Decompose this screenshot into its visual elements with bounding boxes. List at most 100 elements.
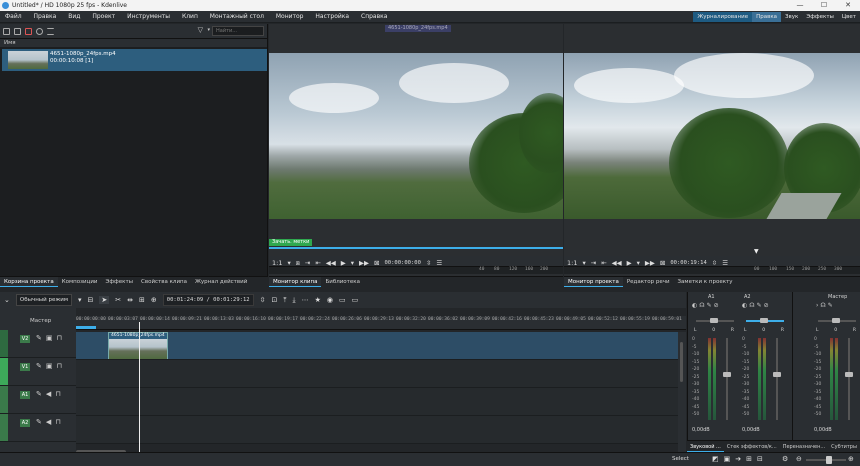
menu-timeline[interactable]: Монтажный стол — [205, 11, 269, 23]
balance-knob[interactable] — [832, 318, 840, 323]
volume-slider[interactable] — [726, 338, 728, 420]
track-lane-v1[interactable] — [76, 360, 678, 388]
multicam-tool-icon[interactable]: ⊕ — [151, 296, 157, 304]
menu-clip[interactable]: Клип — [177, 11, 203, 23]
minimize-button[interactable]: — — [788, 0, 812, 11]
volume-knob[interactable] — [845, 372, 853, 377]
track-icons[interactable]: ✎◀⊓ — [36, 418, 65, 426]
snap-icon[interactable]: ◉ — [327, 296, 333, 304]
menu-monitor[interactable]: Монитор — [271, 11, 309, 23]
mode-dropdown-icon[interactable]: ▾ — [78, 296, 82, 304]
tab-speech-editor[interactable]: Редактор речи — [623, 277, 674, 287]
track-lane-v2[interactable]: 4651-1080p_24fps.mp4 — [76, 332, 678, 360]
tab-effect-stack[interactable]: Стек эффектов/к... — [724, 441, 780, 452]
track-lane-a1[interactable] — [76, 388, 678, 416]
settings-icon[interactable]: ⚙ — [782, 455, 788, 463]
tab-project-notes[interactable]: Заметки к проекту — [674, 277, 737, 287]
timeline-ruler[interactable]: 00:00:00:00 00:00:03:07 00:00:00:14 00:0… — [76, 316, 686, 330]
favorite-icon[interactable]: ★ — [315, 296, 321, 304]
track-header-a1[interactable]: A1 ✎◀⊓ — [0, 386, 76, 414]
stepper-icon[interactable]: ⇳ — [260, 296, 266, 304]
razor-tool-icon[interactable]: ✂ — [115, 296, 121, 304]
track-lane-a2[interactable] — [76, 416, 678, 444]
channel-db[interactable]: 0,00dB — [814, 427, 832, 433]
extract-icon[interactable]: ⊡ — [271, 296, 277, 304]
channel-db[interactable]: 0,00dB — [742, 427, 760, 433]
balance-knob[interactable] — [760, 318, 768, 323]
tab-clip-monitor[interactable]: Монитор клипа — [269, 277, 322, 287]
volume-slider[interactable] — [848, 338, 850, 420]
timeline-vscrollbar[interactable] — [678, 332, 686, 452]
track-icons[interactable]: ✎▣⊓ — [36, 362, 66, 370]
channel-buttons[interactable]: ◐☊✎⊘ — [692, 302, 721, 309]
menu-icon[interactable] — [47, 27, 54, 35]
menu-file[interactable]: Файл — [0, 11, 27, 23]
tab-compositions[interactable]: Композиции — [58, 277, 102, 287]
track-icons[interactable]: ✎▣⊓ — [36, 334, 66, 342]
tab-project-bin[interactable]: Корзина проекта — [0, 277, 58, 287]
menu-view[interactable]: Вид — [63, 11, 85, 23]
project-monitor-ruler[interactable]: 00 100 150 200 250 300 — [564, 266, 860, 274]
menu-project[interactable]: Проект — [87, 11, 120, 23]
layout-audio[interactable]: Звук — [781, 12, 802, 22]
layout-editing[interactable]: Правка — [752, 12, 782, 22]
menu-settings[interactable]: Настройка — [310, 11, 354, 23]
tab-clip-properties[interactable]: Свойства клипа — [137, 277, 191, 287]
close-button[interactable]: ✕ — [836, 0, 860, 11]
slip-tool-icon[interactable]: ⊟ — [88, 296, 94, 304]
timeline-clip[interactable]: 4651-1080p_24fps.mp4 — [108, 332, 168, 359]
layout-logging[interactable]: Журналирование — [693, 12, 753, 22]
menu-help[interactable]: Справка — [356, 11, 392, 23]
zoom-fit-icon[interactable]: ▭ — [339, 296, 346, 304]
spacer-tool-icon[interactable]: ⇹ — [127, 296, 133, 304]
zoom-out-icon[interactable]: ⊖ — [796, 455, 802, 463]
zoom-in-icon[interactable]: ⊕ — [848, 455, 854, 463]
balance-knob[interactable] — [710, 318, 718, 323]
display-icon[interactable]: ▭ — [352, 296, 359, 304]
overwrite-icon[interactable]: ⤓ — [292, 296, 295, 305]
layout-effects[interactable]: Эффекты — [802, 12, 838, 22]
tab-project-monitor[interactable]: Монитор проекта — [564, 277, 623, 287]
insert-icon[interactable]: ⋯ — [302, 296, 309, 304]
maximize-button[interactable]: ☐ — [812, 0, 836, 11]
timeline-position[interactable]: 00:01:24:09 / 00:01:29:12 — [162, 294, 254, 306]
filter-dropdown-icon[interactable]: ▾ — [207, 27, 210, 33]
tab-remap[interactable]: Переназначен... — [780, 441, 828, 452]
zone-bar[interactable] — [76, 326, 96, 329]
playhead-marker-icon[interactable]: ▼ — [754, 248, 759, 255]
tag-icon[interactable] — [36, 27, 43, 35]
clip-monitor-ruler[interactable]: 40 80 120 160 200 — [269, 266, 563, 274]
status-icons[interactable]: ◩▣➔⊞⊟ — [712, 455, 768, 463]
timeline-playhead[interactable] — [139, 322, 140, 458]
channel-buttons[interactable]: ›☊✎ — [816, 302, 835, 309]
volume-knob[interactable] — [723, 372, 731, 377]
volume-knob[interactable] — [773, 372, 781, 377]
tab-library[interactable]: Библиотека — [321, 277, 363, 287]
bin-clip-item[interactable]: 4651-1080p_24fps.mp4 00:00:10:08 [1] — [2, 49, 267, 71]
ripple-tool-icon[interactable]: ⊞ — [139, 296, 145, 304]
tab-undo-history[interactable]: Журнал действий — [191, 277, 251, 287]
select-tool-icon[interactable]: ➤ — [99, 296, 110, 304]
track-header-v1[interactable]: V1 ✎▣⊓ — [0, 358, 76, 386]
channel-buttons[interactable]: ◐☊✎⊘ — [742, 302, 771, 309]
track-header-a2[interactable]: A2 ✎◀⊓ — [0, 414, 76, 442]
tab-subtitles[interactable]: Субтитры — [828, 441, 860, 452]
lift-icon[interactable]: ⤒ — [283, 296, 286, 305]
bin-search-input[interactable]: Найти... — [212, 26, 264, 36]
track-icons[interactable]: ✎◀⊓ — [36, 390, 65, 398]
filter-icon[interactable]: ▽ — [198, 26, 203, 34]
tab-audio-mixer[interactable]: Звуковой ... — [687, 441, 724, 452]
menu-tools[interactable]: Инструменты — [122, 11, 175, 23]
channel-db[interactable]: 0,00dB — [692, 427, 710, 433]
folder-icon[interactable] — [14, 27, 21, 35]
delete-icon[interactable] — [25, 27, 32, 35]
zoom-slider[interactable] — [806, 456, 846, 464]
tab-effects[interactable]: Эффекты — [102, 277, 138, 287]
layout-color[interactable]: Цвет — [838, 12, 860, 22]
edit-mode-select[interactable]: Обычный режим — [15, 294, 73, 306]
add-clip-icon[interactable] — [3, 27, 10, 35]
menu-edit[interactable]: Правка — [29, 11, 62, 23]
track-header-v2[interactable]: V2 ✎▣⊓ — [0, 330, 76, 358]
track-menu-icon[interactable]: ⌄ — [4, 296, 10, 304]
bin-column-name[interactable]: Имя — [0, 38, 267, 47]
